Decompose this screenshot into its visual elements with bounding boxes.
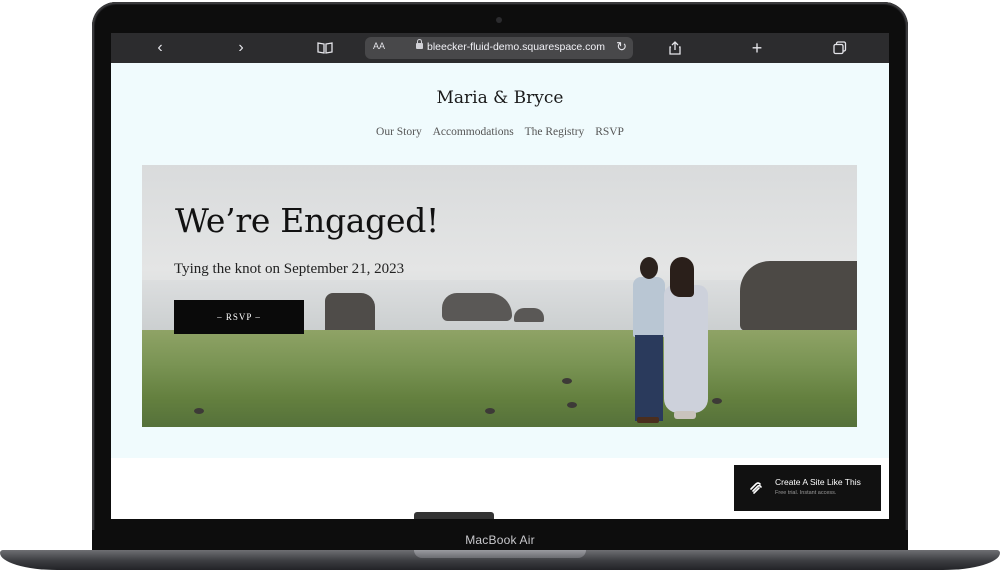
hero-subtitle: Tying the knot on September 21, 2023 xyxy=(174,261,405,277)
promo-subtitle: Free trial. Instant access. xyxy=(775,490,837,496)
reload-icon[interactable]: ↻ xyxy=(616,39,627,55)
arch-rock xyxy=(442,293,512,321)
hero-banner: We’re Engaged! Tying the knot on Septemb… xyxy=(142,165,857,427)
rsvp-button[interactable]: – RSVP – xyxy=(174,300,304,334)
tabs-icon[interactable] xyxy=(826,33,854,63)
stone xyxy=(712,398,722,404)
couple-man xyxy=(631,257,667,425)
arch-rock-tail xyxy=(514,308,544,322)
share-icon[interactable] xyxy=(661,33,689,63)
hero-title: We’re Engaged! xyxy=(175,201,440,240)
squarespace-logo-icon xyxy=(750,482,762,494)
stone xyxy=(567,402,577,408)
bookmarks-icon[interactable] xyxy=(311,33,339,63)
camera-dot xyxy=(496,17,502,23)
site-title[interactable]: Maria & Bryce xyxy=(111,88,889,108)
reader-button[interactable]: AA xyxy=(373,41,385,51)
screen: ‹ › AA bleecker-fluid-demo.squarespace.c… xyxy=(111,33,889,519)
new-tab-icon[interactable]: + xyxy=(743,33,771,63)
browser-toolbar: ‹ › AA bleecker-fluid-demo.squarespace.c… xyxy=(111,33,889,63)
nav-our-story[interactable]: Our Story xyxy=(376,126,422,138)
nav-accommodations[interactable]: Accommodations xyxy=(433,126,514,138)
forward-icon[interactable]: › xyxy=(227,33,255,63)
hero-grass xyxy=(142,330,857,427)
device-label: MacBook Air xyxy=(465,533,535,547)
url-bar[interactable]: AA bleecker-fluid-demo.squarespace.com ↻ xyxy=(365,37,633,59)
nav-rsvp[interactable]: RSVP xyxy=(595,126,624,138)
laptop-notch xyxy=(414,550,586,558)
site-nav: Our Story Accommodations The Registry RS… xyxy=(111,126,889,138)
next-section-heading-peek xyxy=(414,512,494,519)
lock-icon xyxy=(416,39,423,49)
promo-title: Create A Site Like This xyxy=(775,477,861,487)
back-icon[interactable]: ‹ xyxy=(146,33,174,63)
website-header-section: Maria & Bryce Our Story Accommodations T… xyxy=(111,63,889,458)
couple-woman xyxy=(664,257,708,425)
cliff-rock xyxy=(740,261,857,331)
nav-the-registry[interactable]: The Registry xyxy=(525,126,585,138)
url-text: bleecker-fluid-demo.squarespace.com xyxy=(427,41,606,53)
laptop-chin: MacBook Air xyxy=(92,530,908,550)
create-site-promo-button[interactable]: Create A Site Like This Free trial. Inst… xyxy=(734,465,881,511)
stone xyxy=(562,378,572,384)
stone xyxy=(194,408,204,414)
stone xyxy=(485,408,495,414)
